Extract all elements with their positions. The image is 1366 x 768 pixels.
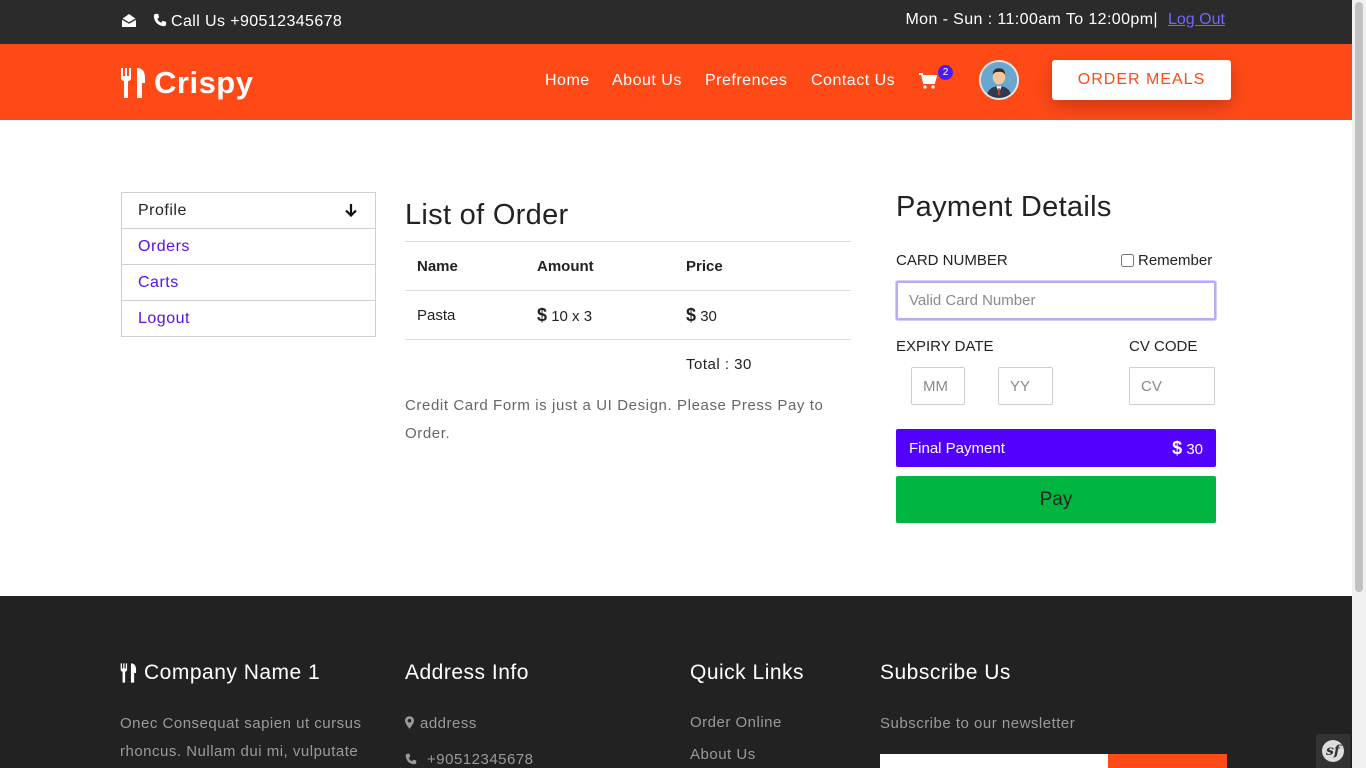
footer: Company Name 1 Onec Consequat sapien ut … (0, 596, 1352, 768)
side-menu-orders[interactable]: Orders (121, 228, 376, 265)
nav-contact-us[interactable]: Contact Us (811, 72, 895, 90)
header-price: Price (674, 241, 851, 291)
newsletter-subscribe-button[interactable] (1108, 754, 1227, 768)
side-menu-profile[interactable]: Profile (121, 192, 376, 229)
footer-company-title: Company Name 1 (120, 661, 320, 685)
opening-hours: Mon - Sun : 11:00am To 12:00pm| (905, 11, 1158, 28)
remember-checkbox[interactable] (1121, 254, 1134, 267)
arrow-down-icon (345, 204, 357, 217)
order-item-name: Pasta (405, 290, 525, 340)
remember-label: Remember (1138, 252, 1213, 269)
pay-button[interactable]: Pay (896, 476, 1216, 523)
page-scrollbar[interactable] (1352, 0, 1366, 768)
side-menu-carts[interactable]: Carts (121, 264, 376, 301)
final-payment-label: Final Payment (909, 439, 1005, 457)
ui-design-note: Credit Card Form is just a UI Design. Pl… (405, 397, 824, 442)
main-navbar: Crispy Home About Us Prefrences Contact … (0, 44, 1352, 120)
user-avatar[interactable] (979, 60, 1019, 100)
footer-company-text: Onec Consequat sapien ut cursus rhoncus.… (120, 715, 362, 760)
card-number-input[interactable] (896, 281, 1216, 320)
footer-link-about-us[interactable]: About Us (690, 746, 756, 763)
footer-address: address (405, 710, 477, 738)
cv-code-label: CV CODE (1129, 338, 1198, 355)
remember-option[interactable]: Remember (1121, 252, 1212, 269)
header-amount: Amount (525, 241, 674, 291)
phone-icon (405, 753, 417, 765)
final-payment-bar: Final Payment $ 30 (896, 429, 1216, 467)
expiry-year-input[interactable] (998, 367, 1053, 405)
cart-icon[interactable] (919, 72, 937, 90)
brand-logo[interactable]: Crispy (120, 65, 253, 101)
dollar-icon: $ (686, 304, 697, 325)
phone-icon (153, 13, 167, 27)
cutlery-icon (120, 663, 137, 683)
symfony-toolbar-toggle[interactable]: sf (1316, 734, 1350, 768)
header-name: Name (405, 241, 525, 291)
table-header-row: Name Amount Price (405, 241, 851, 291)
total-row: Total : 30 (405, 339, 851, 389)
payment-title: Payment Details (896, 191, 1112, 223)
nav-about-us[interactable]: About Us (612, 72, 682, 90)
cutlery-icon (121, 68, 145, 98)
orders-table: Name Amount Price Pasta $ 10 x 3 $ 30 To… (405, 241, 851, 389)
scrollbar-thumb[interactable] (1355, 2, 1363, 592)
cart-count-badge: 2 (938, 65, 953, 80)
map-marker-icon (405, 716, 414, 729)
brand-name: Crispy (154, 65, 254, 100)
newsletter-email-input[interactable] (880, 754, 1109, 768)
symfony-icon: sf (1322, 740, 1344, 762)
footer-subscribe-title: Subscribe Us (880, 661, 1011, 684)
footer-phone: +90512345678 (405, 746, 534, 768)
nav-preferences[interactable]: Prefrences (705, 72, 787, 90)
dollar-icon: $ (537, 304, 548, 325)
order-item-price: $ 30 (674, 290, 851, 340)
orders-title: List of Order (405, 199, 569, 231)
final-payment-amount: $ 30 (1172, 437, 1203, 458)
account-side-menu: Profile Orders Carts Logout (121, 192, 376, 337)
footer-subscribe-text: Subscribe to our newsletter (880, 715, 1076, 732)
order-total: Total : 30 (674, 339, 851, 389)
expiry-month-input[interactable] (911, 367, 965, 405)
envelope-open-icon (121, 14, 137, 27)
top-bar: Call Us +90512345678 Mon - Sun : 11:00am… (0, 0, 1352, 44)
expiry-date-label: EXPIRY DATE (896, 338, 994, 355)
table-row: Pasta $ 10 x 3 $ 30 (405, 290, 851, 340)
card-number-label: CARD NUMBER (896, 252, 1008, 269)
dollar-icon: $ (1172, 437, 1183, 458)
cv-code-input[interactable] (1129, 367, 1215, 405)
side-menu-logout[interactable]: Logout (121, 300, 376, 337)
footer-quick-links-title: Quick Links (690, 661, 805, 684)
footer-link-order-online[interactable]: Order Online (690, 714, 782, 731)
top-logout-link[interactable]: Log Out (1168, 11, 1225, 29)
side-menu-profile-label: Profile (138, 201, 187, 219)
order-item-amount: $ 10 x 3 (525, 290, 674, 340)
order-meals-button[interactable]: ORDER MEALS (1052, 60, 1231, 100)
nav-home[interactable]: Home (545, 72, 590, 90)
call-us-text: Call Us +90512345678 (171, 13, 343, 30)
footer-address-title: Address Info (405, 661, 529, 684)
